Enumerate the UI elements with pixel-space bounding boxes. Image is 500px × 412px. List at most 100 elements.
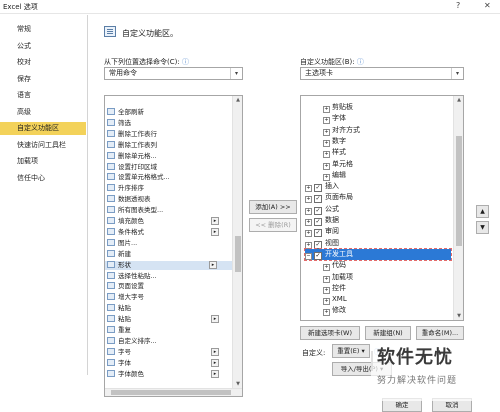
command-item[interactable]: 重复 — [107, 326, 131, 335]
hscroll-thumb[interactable] — [111, 390, 231, 395]
nav-item[interactable]: 快速访问工具栏 — [0, 139, 86, 152]
ribbon-tree-item[interactable]: + 修改 — [323, 305, 451, 317]
commands-source-dropdown[interactable]: 常用命令 ▾ — [104, 67, 243, 80]
expand-icon[interactable]: + — [323, 117, 330, 125]
ribbon-tree-item[interactable]: + 对齐方式 — [323, 125, 451, 136]
ribbon-tree-item[interactable]: + 控件 — [323, 283, 451, 294]
expand-icon[interactable]: + — [305, 207, 312, 215]
command-item[interactable]: 粘贴 — [107, 304, 131, 313]
scroll-thumb[interactable] — [235, 236, 241, 272]
ribbon-tree-item[interactable]: + 代码 — [323, 260, 451, 272]
scroll-thumb[interactable] — [456, 136, 462, 246]
nav-item[interactable]: 自定义功能区 — [0, 122, 86, 135]
ribbon-tree-item[interactable]: + XML — [323, 294, 451, 306]
close-button[interactable]: ✕ — [484, 1, 491, 10]
ribbon-tree-scrollbar[interactable]: ▲ ▼ — [453, 96, 463, 320]
commands-hscrollbar[interactable] — [105, 388, 242, 396]
ribbon-tree-item[interactable]: + 字体 — [323, 113, 451, 125]
commands-scrollbar[interactable]: ▲ ▼ — [232, 96, 242, 388]
expand-icon[interactable]: + — [323, 298, 330, 306]
command-item[interactable]: 删除工作表列 — [107, 140, 157, 150]
ribbon-tree-item[interactable]: + ✓ 公式 — [305, 204, 451, 215]
command-item[interactable]: 填充颜色 ▸ — [107, 217, 219, 226]
expand-icon[interactable]: + — [305, 241, 312, 249]
expand-icon[interactable]: + — [323, 106, 330, 113]
command-item[interactable]: 形状 ▸ — [105, 260, 235, 270]
collapse-icon[interactable]: − — [305, 252, 312, 260]
ribbon-tree-item[interactable]: + 数字 — [323, 136, 451, 147]
command-item[interactable]: 全部刷新 — [107, 108, 144, 117]
command-item[interactable]: 自定义排序... — [107, 336, 157, 346]
new-tab-button[interactable]: 新建选项卡(W) — [300, 326, 360, 340]
expand-icon[interactable]: + — [323, 264, 330, 272]
scroll-down-icon[interactable]: ▼ — [454, 313, 463, 319]
command-item[interactable]: 删除单元格... — [107, 151, 157, 161]
command-item[interactable]: 字号 ▸ — [107, 347, 219, 357]
expand-icon[interactable]: + — [305, 219, 312, 226]
command-item[interactable]: 字体 ▸ — [107, 358, 219, 368]
expand-icon[interactable]: + — [305, 185, 312, 193]
command-item[interactable]: 条件格式 ▸ — [107, 227, 219, 237]
command-item[interactable]: 所有图表类型... — [107, 206, 163, 215]
expand-icon[interactable]: + — [305, 230, 312, 238]
ribbon-tree-item[interactable]: + ✓ 插入 — [305, 181, 451, 193]
new-group-button[interactable]: 新建组(N) — [365, 326, 411, 340]
ribbon-tree-item[interactable]: + 编辑 — [323, 170, 451, 181]
ribbon-tabs-dropdown[interactable]: 主选项卡 ▾ — [300, 67, 464, 80]
ribbon-tree-item[interactable]: + 样式 — [323, 147, 451, 159]
ribbon-tree-item[interactable]: + 剪贴板 — [323, 102, 451, 113]
tab-checkbox[interactable]: ✓ — [314, 206, 322, 215]
command-item[interactable]: 增大字号 — [107, 293, 144, 302]
command-item[interactable]: 设置单元格格式... — [107, 173, 170, 182]
scroll-up-icon[interactable]: ▲ — [233, 97, 242, 103]
nav-item[interactable]: 公式 — [0, 40, 86, 53]
expand-icon[interactable]: + — [305, 196, 312, 204]
expand-icon[interactable]: + — [323, 309, 330, 317]
command-item[interactable]: 新建 — [107, 249, 131, 259]
expand-icon[interactable]: + — [323, 275, 330, 283]
expand-icon[interactable]: + — [323, 151, 330, 159]
move-down-button[interactable]: ▼ — [476, 221, 489, 234]
command-item[interactable]: 数据透视表 — [107, 195, 151, 204]
ribbon-tree-item[interactable]: + 单元格 — [323, 159, 451, 170]
command-item[interactable]: 设置打印区域 — [107, 162, 157, 172]
tab-checkbox[interactable]: ✓ — [314, 229, 322, 238]
add-button[interactable]: 添加(A) >> — [249, 200, 297, 214]
command-item[interactable]: 粘贴 ▸ — [107, 315, 219, 324]
ribbon-tree-item[interactable]: + ✓ 数据 — [305, 215, 451, 226]
nav-item[interactable]: 常规 — [0, 23, 86, 36]
scroll-up-icon[interactable]: ▲ — [454, 97, 463, 103]
ribbon-tree-item[interactable]: + 加载项 — [323, 272, 451, 283]
help-button[interactable]: ? — [456, 1, 460, 10]
command-item[interactable]: 选择性粘贴... — [107, 271, 157, 281]
command-item[interactable]: 页面设置 — [107, 282, 144, 291]
nav-item[interactable]: 高级 — [0, 106, 86, 119]
tab-checkbox[interactable]: ✓ — [314, 240, 322, 249]
ribbon-tree[interactable]: + 剪贴板 + 字体 + 对齐方式 + 数字 + 样式 + 单元格 + 编辑 + ✓ 插入 + ✓ 页面布局 + ✓ 公式 +… — [300, 95, 464, 321]
nav-item[interactable]: 保存 — [0, 73, 86, 86]
tab-checkbox[interactable]: ✓ — [314, 184, 322, 193]
nav-item[interactable]: 信任中心 — [0, 172, 86, 185]
expand-icon[interactable]: + — [323, 162, 330, 170]
commands-list[interactable]: 全部刷新 筛选 删除工作表行 删除工作表列 删除单元格... 设置打印区域 设置单元格格式.… — [104, 95, 243, 397]
nav-item[interactable]: 加载项 — [0, 155, 86, 168]
reset-button[interactable]: 重置(E) ▾ — [332, 344, 370, 358]
move-up-button[interactable]: ▲ — [476, 205, 489, 218]
command-item[interactable]: 字体颜色 ▸ — [107, 369, 219, 379]
remove-button[interactable]: << 删除(R) — [249, 218, 297, 232]
ribbon-tree-item[interactable]: + ✓ 审阅 — [305, 226, 451, 238]
tab-checkbox[interactable]: ✓ — [314, 195, 322, 204]
expand-icon[interactable]: + — [323, 139, 330, 147]
ribbon-tree-item[interactable]: + ✓ 页面布局 — [305, 192, 451, 204]
scroll-down-icon[interactable]: ▼ — [233, 381, 242, 387]
tab-checkbox[interactable]: ✓ — [314, 251, 322, 260]
tab-checkbox[interactable]: ✓ — [314, 218, 322, 226]
command-item[interactable]: 删除工作表行 — [107, 129, 157, 139]
expand-icon[interactable]: + — [323, 286, 330, 294]
command-item[interactable]: 图片... — [107, 238, 137, 248]
expand-icon[interactable]: + — [323, 128, 330, 136]
nav-item[interactable]: 语言 — [0, 89, 86, 102]
command-item[interactable]: 筛选 — [107, 118, 131, 128]
rename-button[interactable]: 重命名(M)... — [416, 326, 464, 340]
ribbon-tree-item[interactable]: + ✓ 视图 — [305, 238, 451, 249]
